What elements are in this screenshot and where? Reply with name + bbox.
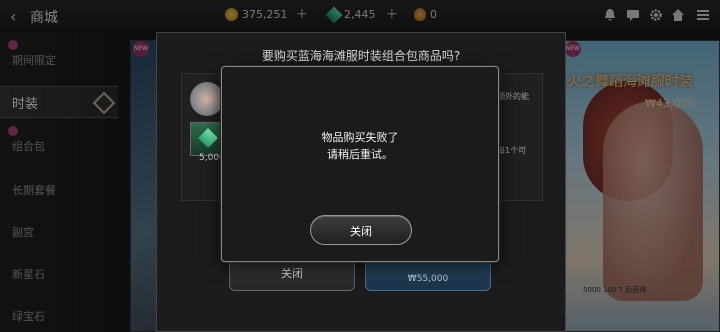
- gem-thumbnail: [190, 122, 224, 156]
- confirm-question: 要购买蓝海海滩服时装组合包商品吗?: [261, 49, 461, 63]
- error-line-1: 物品购买失败了: [321, 131, 399, 144]
- gem-icon: [198, 128, 218, 148]
- costume-thumbnail: [190, 82, 224, 116]
- error-line-2: 请稍后重试。: [327, 148, 393, 161]
- close-button[interactable]: 关闭: [310, 215, 412, 245]
- error-message: 物品购买失败了 请稍后重试。: [222, 129, 498, 163]
- error-modal: 物品购买失败了 请稍后重试。 关闭: [221, 66, 499, 262]
- buy-price: ₩55,000: [407, 274, 449, 284]
- cancel-label: 关闭: [281, 267, 303, 280]
- item-desc-3: 每1个可: [497, 146, 527, 155]
- close-label: 关闭: [350, 225, 372, 238]
- item-desc-1: 额外的能: [497, 92, 529, 101]
